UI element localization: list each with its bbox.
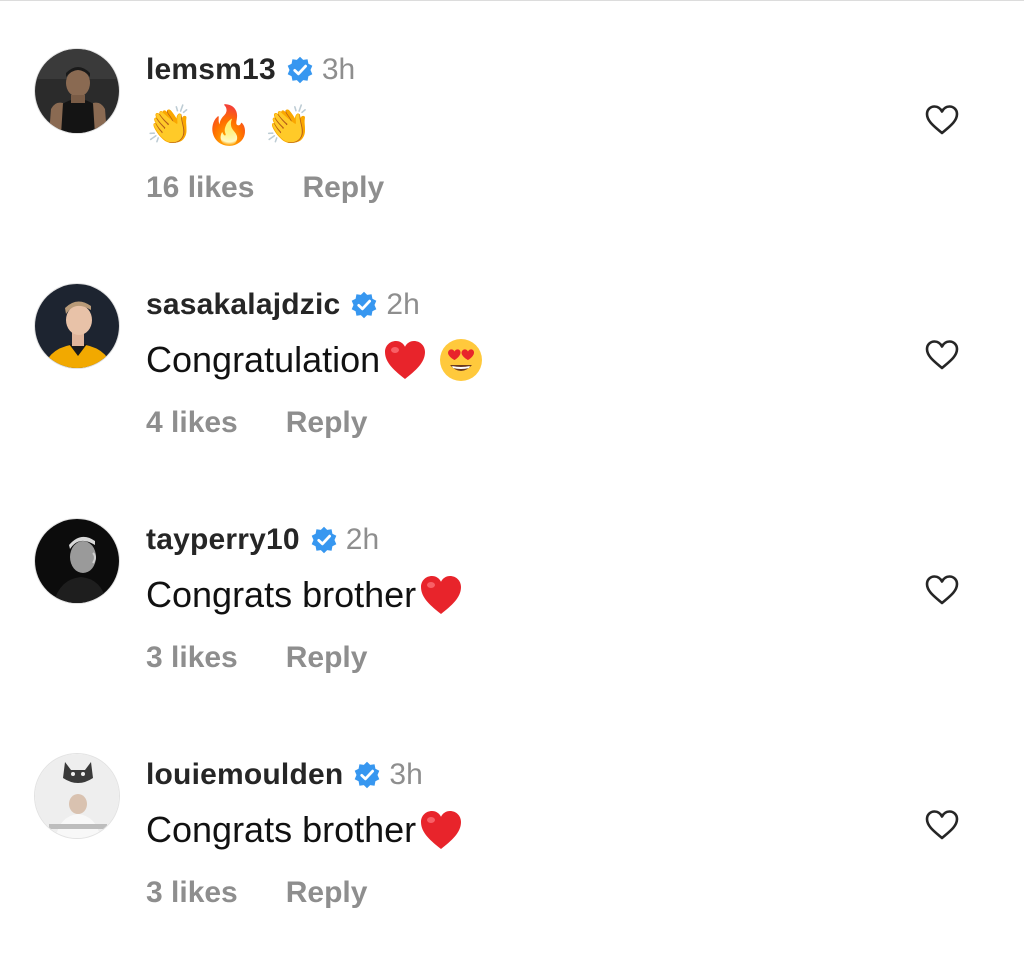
comment-item: sasakalajdzic 2h Congratulation 4 likes … xyxy=(0,271,1024,471)
comment-header: lemsm13 3h xyxy=(146,48,355,92)
comment-item: louiemoulden 3h Congrats brother 3 likes… xyxy=(0,741,1024,941)
username-link[interactable]: louiemoulden xyxy=(146,758,343,792)
comment-item: lemsm13 3h 👏 🔥 👏 16 likes Reply xyxy=(0,36,1024,236)
comment-meta: 16 likes Reply xyxy=(146,166,384,210)
comment-item: tayperry10 2h Congrats brother 3 likes R… xyxy=(0,506,1024,706)
reply-button[interactable]: Reply xyxy=(286,876,368,910)
likes-count-link[interactable]: 16 likes xyxy=(146,171,254,205)
red-heart-emoji-icon xyxy=(382,338,428,382)
verified-badge-icon xyxy=(310,526,338,554)
comment-meta: 3 likes Reply xyxy=(146,636,367,680)
comment-text: Congrats brother xyxy=(146,801,464,859)
red-heart-emoji-icon xyxy=(418,573,464,617)
comment-header: tayperry10 2h xyxy=(146,518,379,562)
timestamp: 2h xyxy=(386,288,420,321)
fire-emoji-icon: 🔥 xyxy=(205,103,253,147)
comment-list: lemsm13 3h 👏 🔥 👏 16 likes Reply sasakala… xyxy=(0,0,1024,968)
username-link[interactable]: sasakalajdzic xyxy=(146,288,340,322)
comment-header: sasakalajdzic 2h xyxy=(146,283,420,327)
timestamp: 3h xyxy=(321,53,356,86)
avatar[interactable] xyxy=(34,518,120,604)
reply-button[interactable]: Reply xyxy=(302,171,384,205)
avatar[interactable] xyxy=(34,753,120,839)
verified-badge-icon xyxy=(286,56,314,84)
likes-count-link[interactable]: 3 likes xyxy=(146,876,238,910)
timestamp: 3h xyxy=(389,758,423,791)
verified-badge-icon xyxy=(350,291,378,319)
heart-eyes-emoji-icon xyxy=(438,337,484,383)
avatar[interactable] xyxy=(34,283,120,369)
timestamp: 2h xyxy=(345,523,380,556)
comment-body-text: Congratulation xyxy=(146,339,381,380)
clapping-hands-emoji-icon: 👏 xyxy=(264,103,312,147)
reply-button[interactable]: Reply xyxy=(286,641,368,675)
verified-badge-icon xyxy=(353,761,381,789)
comment-meta: 4 likes Reply xyxy=(146,401,367,445)
comment-text: 👏 🔥 👏 xyxy=(146,96,312,154)
likes-count-link[interactable]: 4 likes xyxy=(146,406,238,440)
red-heart-emoji-icon xyxy=(418,808,464,852)
username-link[interactable]: lemsm13 xyxy=(146,53,276,87)
comment-body-text: Congrats brother xyxy=(146,574,417,615)
comment-body-text: Congrats brother xyxy=(146,809,417,850)
likes-count-link[interactable]: 3 likes xyxy=(146,641,238,675)
comment-header: louiemoulden 3h xyxy=(146,753,423,797)
comment-text: Congrats brother xyxy=(146,566,464,624)
avatar[interactable] xyxy=(34,48,120,134)
comment-meta: 3 likes Reply xyxy=(146,871,367,915)
heart-outline-icon[interactable] xyxy=(922,335,962,375)
username-link[interactable]: tayperry10 xyxy=(146,523,300,557)
clapping-hands-emoji-icon: 👏 xyxy=(146,103,194,147)
comment-text: Congratulation xyxy=(146,331,484,389)
heart-outline-icon[interactable] xyxy=(922,570,962,610)
heart-outline-icon[interactable] xyxy=(922,805,962,845)
reply-button[interactable]: Reply xyxy=(286,406,368,440)
heart-outline-icon[interactable] xyxy=(922,100,962,140)
